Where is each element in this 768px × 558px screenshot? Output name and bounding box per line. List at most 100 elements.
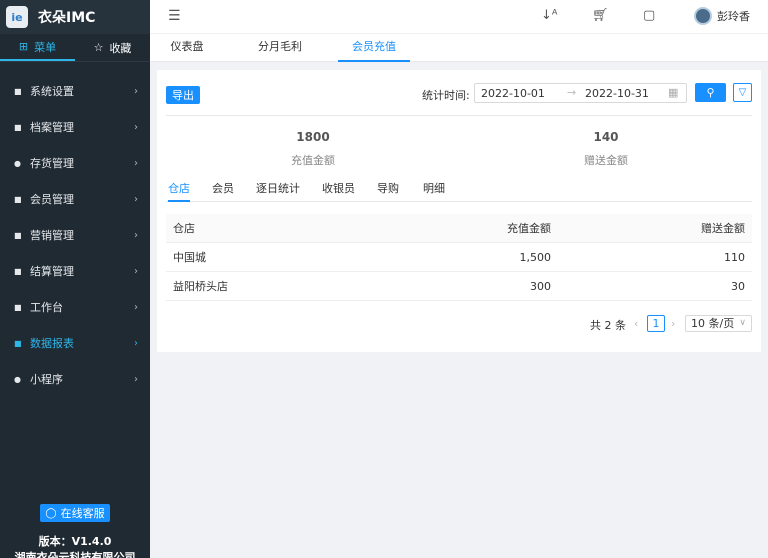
next-page-icon[interactable]: › [671,317,675,330]
sidebar-item-label: 小程序 [30,373,63,386]
date-separator: → [567,86,577,99]
sidebar-item-label: 营销管理 [30,229,74,242]
tab-favorites[interactable]: ☆ 收藏 [75,34,150,61]
sidebar-item-workbench[interactable]: ■ 工作台 › [0,289,150,325]
sidebar-item-label: 会员管理 [30,193,74,206]
sidebar-item-inventory[interactable]: ● 存货管理 › [0,145,150,181]
help-icon: ● [14,374,21,384]
calendar-icon: ▦ [668,86,679,99]
sidebar-item-label: 结算管理 [30,265,74,278]
report-icon: ■ [14,338,22,348]
logo-icon: ie [6,6,28,28]
user-menu[interactable]: 彭玲香 [694,7,750,25]
book-icon[interactable]: ▢ [643,8,655,23]
cell-recharge: 300 [530,279,551,293]
stat-gift-value: 140 [593,130,619,144]
chevron-right-icon: › [134,373,138,385]
tab-menu-label: 菜单 [34,40,57,54]
subtab-detail[interactable]: 明细 [423,180,445,202]
inventory-icon: ● [14,158,21,168]
cell-gift: 30 [731,279,745,293]
subtab-member[interactable]: 会员 [212,180,234,202]
archive-icon: ■ [14,122,22,132]
col-store: 仓店 [173,222,195,235]
chevron-right-icon: › [134,229,138,241]
top-header: ☰ ↓ᴬ 🛒︎ ▢ 彭玲香 [150,0,768,34]
chevron-right-icon: › [134,301,138,313]
sidebar-tabs: ⊞ 菜单 ☆ 收藏 [0,34,150,62]
sidebar-item-archives[interactable]: ■ 档案管理 › [0,109,150,145]
sidebar-item-label: 数据报表 [30,337,74,350]
stat-recharge-label: 充值金额 [291,154,335,167]
star-icon: ☆ [93,41,104,54]
date-end[interactable]: 2022-10-31 [585,87,649,100]
member-icon: ■ [14,194,22,204]
divider [166,115,752,116]
online-support-button[interactable]: ◯ 在线客服 [40,504,110,522]
col-gift[interactable]: 赠送金额 [551,220,745,236]
cell-gift: 110 [724,250,745,264]
subtab-store[interactable]: 仓店 [168,180,190,202]
brand-name: 衣朵IMC [38,10,96,26]
tab-dashboard[interactable]: 仪表盘 [159,34,215,62]
search-button[interactable]: ⚲ [695,83,726,102]
marketing-icon: ■ [14,230,22,240]
sidebar-item-label: 工作台 [30,301,63,314]
avatar [694,7,712,25]
chat-icon: ◯ [45,507,57,519]
pagination: 共 2 条 ‹ 1 › 10 条/页 ∨ [157,315,761,333]
stat-gift: 140 赠送金额 [546,130,666,168]
cell-store: 益阳桥头店 [173,280,228,293]
grid-icon: ⊞ [18,40,29,53]
sidebar-item-members[interactable]: ■ 会员管理 › [0,181,150,217]
sub-tabs: 仓店 会员 逐日统计 收银员 导购 明细 [166,178,752,202]
settings-icon: ■ [14,86,22,96]
sidebar-item-system-settings[interactable]: ■ 系统设置 › [0,73,150,109]
cart-icon[interactable]: 🛒︎ [592,8,609,23]
menu-collapse-icon[interactable]: ☰ [168,8,181,24]
report-card: 导出 统计时间: 2022-10-01 → 2022-10-31 ▦ ⚲ ▽ 1… [157,70,761,352]
page-size-value: 10 条/页 [691,317,735,330]
cell-store: 中国城 [173,251,206,264]
sidebar-item-reports[interactable]: ■ 数据报表 › [0,325,150,361]
sidebar-item-miniprogram[interactable]: ● 小程序 › [0,361,150,397]
stat-recharge: 1800 充值金额 [253,130,373,168]
tab-menu[interactable]: ⊞ 菜单 [0,34,75,61]
date-range-picker[interactable]: 2022-10-01 → 2022-10-31 ▦ [474,83,687,103]
page-tabs: 仪表盘 分月毛利 会员充值 [150,34,768,62]
chevron-right-icon: › [134,121,138,133]
tab-monthly-profit[interactable]: 分月毛利 [245,34,315,62]
company-text: 湖南衣朵云科技有限公司 [14,551,136,558]
export-button[interactable]: 导出 [166,86,200,104]
sidebar-item-marketing[interactable]: ■ 营销管理 › [0,217,150,253]
table-row: 益阳桥头店 300 30 [166,272,752,301]
settlement-icon: ■ [14,266,22,276]
chevron-right-icon: › [134,157,138,169]
subtab-guide[interactable]: 导购 [377,180,399,202]
store-table: 仓店 充值金额 赠送金额 中国城 1,500 110 益阳桥头店 300 30 [166,214,752,301]
chevron-right-icon: › [134,337,138,349]
online-support-label: 在线客服 [60,507,105,520]
subtab-cashier[interactable]: 收银员 [322,180,355,202]
sort-icon[interactable]: ↓ᴬ [541,8,558,23]
prev-page-icon[interactable]: ‹ [634,317,638,330]
table-row: 中国城 1,500 110 [166,243,752,272]
sidebar-item-settlement[interactable]: ■ 结算管理 › [0,253,150,289]
page-size-select[interactable]: 10 条/页 ∨ [685,315,752,332]
brand: ie 衣朵IMC [0,0,150,34]
subtab-daily[interactable]: 逐日统计 [256,180,300,202]
page-number[interactable]: 1 [647,315,665,332]
filter-button[interactable]: ▽ [733,83,752,102]
search-icon: ⚲ [706,86,715,99]
sidebar-item-label: 存货管理 [30,157,74,170]
chevron-right-icon: › [134,193,138,205]
sidebar: ie 衣朵IMC ⊞ 菜单 ☆ 收藏 ■ 系统设置 › ■ 档案管理 › ● 存… [0,0,150,558]
tab-favorites-label: 收藏 [109,41,132,55]
tab-member-recharge[interactable]: 会员充值 [338,34,410,62]
col-recharge[interactable]: 充值金额 [373,220,551,236]
sidebar-item-label: 档案管理 [30,121,74,134]
chevron-down-icon: ∨ [739,318,746,328]
date-start[interactable]: 2022-10-01 [481,87,545,100]
version-text: 版本：V1.4.0 [38,535,112,548]
chevron-right-icon: › [134,85,138,97]
